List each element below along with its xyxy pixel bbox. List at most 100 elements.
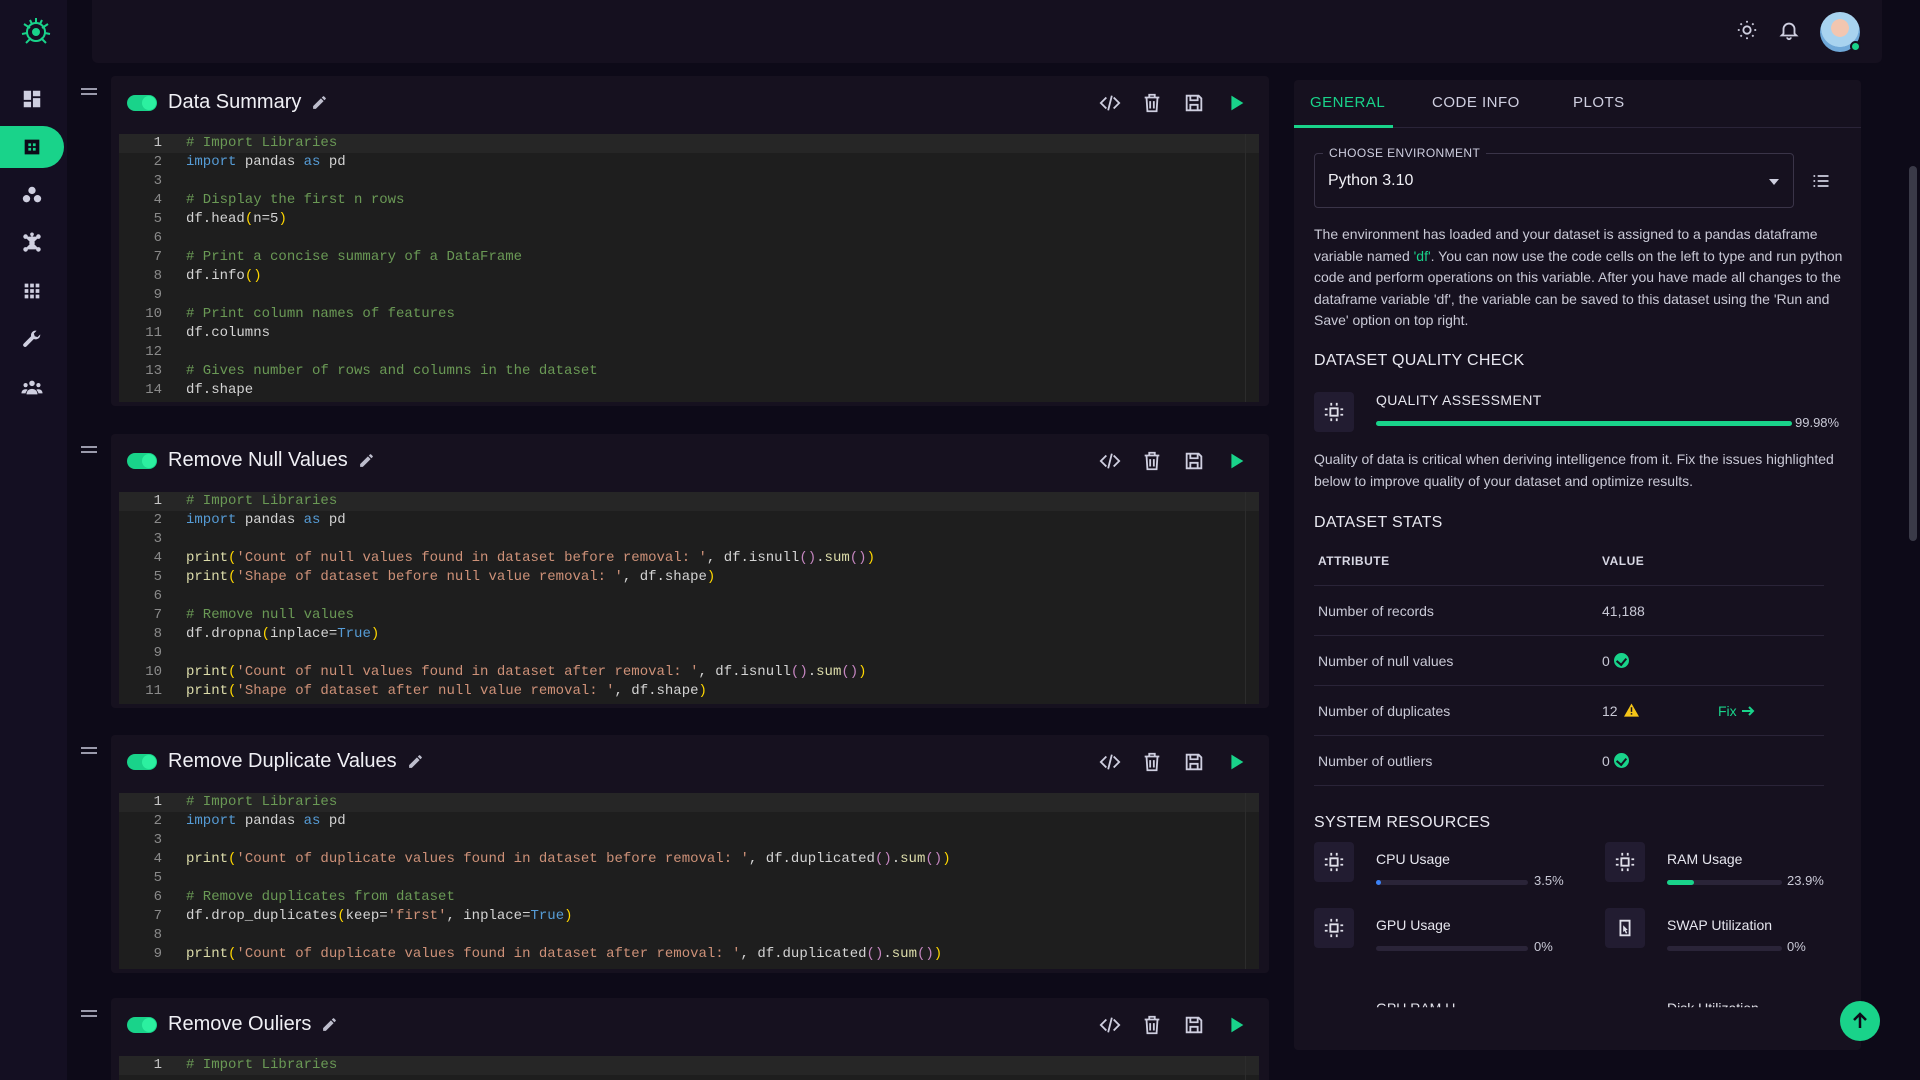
line-number: 11 [145,325,162,341]
trash-icon[interactable] [1141,1014,1163,1036]
code-token: # Import Libraries [186,794,338,810]
run-icon[interactable] [1225,751,1247,773]
code-line: 9 [119,286,1259,305]
editor-scrollbar[interactable] [1245,492,1259,704]
code-token: sum [824,550,850,566]
code-token: , df.isnull [706,550,800,566]
cell-drag-handle[interactable] [81,88,97,95]
stat-value-wrap: 0 [1602,652,1629,670]
code-icon[interactable] [1099,92,1121,114]
tab-general[interactable]: GENERAL [1310,94,1385,111]
bell-icon[interactable] [1778,19,1800,46]
cell-drag-handle[interactable] [81,446,97,453]
resource-label: RAM Usage [1667,851,1743,867]
save-icon[interactable] [1183,450,1205,472]
code-token: sum [891,946,917,962]
sidebar-item-datasets[interactable] [0,174,64,216]
tab-code-info[interactable]: CODE INFO [1432,94,1520,111]
code-line: 11 print('Shape of dataset after null val… [119,682,1259,701]
code-token: print [186,569,229,585]
run-icon[interactable] [1225,1014,1247,1036]
code-token: print [186,550,229,566]
code-token: () [916,946,934,962]
avatar[interactable] [1820,12,1861,52]
code-icon[interactable] [1099,751,1121,773]
resource-progress [1667,946,1782,951]
pencil-icon[interactable] [358,452,375,469]
trash-icon[interactable] [1141,92,1163,114]
code-token: # Import Libraries [186,1057,338,1073]
code-line: 9 [119,644,1259,663]
code-line: 3 [119,831,1259,850]
tab-plots[interactable]: PLOTS [1573,94,1625,111]
pencil-icon[interactable] [311,94,328,111]
code-token: ) [698,683,707,699]
resource-label: GPU Usage [1376,917,1451,933]
code-text: print('Count of null values found in dat… [186,549,875,568]
pencil-icon[interactable] [407,753,424,770]
code-editor[interactable]: 1 # Import Libraries 2 import pandas as pd 3… [119,793,1259,969]
cell-enable-toggle[interactable] [127,754,157,770]
code-text: df.columns [186,324,270,343]
theme-toggle-icon[interactable] [1736,19,1758,46]
sidebar-item-tools[interactable] [0,318,64,360]
cell-enable-toggle[interactable] [127,453,157,469]
editor-scrollbar[interactable] [1245,793,1259,969]
environment-select[interactable]: CHOOSE ENVIRONMENT Python 3.10 [1314,146,1794,208]
list-icon[interactable] [1811,171,1831,196]
sidebar-item-team[interactable] [0,366,64,408]
resources-title: SYSTEM RESOURCES [1314,814,1491,831]
fix-duplicates-link[interactable]: Fix [1718,703,1755,719]
line-number: 8 [153,927,162,943]
save-icon[interactable] [1183,751,1205,773]
editor-scrollbar[interactable] [1245,134,1259,402]
trash-icon[interactable] [1141,751,1163,773]
code-token: , df.shape [622,569,707,585]
line-number: 6 [153,588,162,604]
cell-actions [1099,92,1247,114]
cell-title-text: Remove Null Values [168,449,348,471]
pencil-icon[interactable] [321,1016,338,1033]
line-number: 7 [153,908,162,924]
save-icon[interactable] [1183,1014,1205,1036]
code-editor[interactable]: 1 # Import Libraries 2 import pandas as pd 3… [119,134,1259,402]
stat-attr: Number of duplicates [1318,703,1451,719]
sidebar-item-models[interactable] [0,222,64,264]
brand-logo-icon[interactable] [16,14,56,50]
code-token: ) [866,550,875,566]
line-number: 5 [153,870,162,886]
code-token: 'Count of null values found in dataset a… [236,664,699,680]
page-scrollbar[interactable] [1909,166,1917,541]
editor-scrollbar[interactable] [1245,1056,1259,1080]
cell-drag-handle[interactable] [81,1010,97,1017]
cell-enable-toggle[interactable] [127,1017,157,1033]
cell-actions [1099,450,1247,472]
code-token: keep= [345,908,388,924]
line-number: 5 [153,211,162,227]
cell-header: Remove Ouliers [111,998,1269,1056]
cell-enable-toggle[interactable] [127,95,157,111]
sidebar-item-apps[interactable] [0,270,64,312]
line-number: 2 [153,154,162,170]
trash-icon[interactable] [1141,450,1163,472]
code-token: ) [278,211,287,227]
resource-label-partial: GPU RAM U [1376,1000,1456,1016]
run-icon[interactable] [1225,92,1247,114]
run-icon[interactable] [1225,450,1247,472]
save-icon[interactable] [1183,92,1205,114]
sidebar-item-workspace[interactable] [0,126,64,168]
scroll-top-button[interactable] [1840,1001,1880,1041]
code-editor[interactable]: 1 # Import Libraries [119,1056,1259,1080]
code-icon[interactable] [1099,1014,1121,1036]
code-token: import [186,512,237,528]
line-number: 4 [153,192,162,208]
code-line: 7 # Print a concise summary of a DataFram… [119,248,1259,267]
code-editor[interactable]: 1 # Import Libraries 2 import pandas as pd 3… [119,492,1259,704]
quality-chip [1314,392,1354,432]
code-token: df.info [186,268,245,284]
cell-drag-handle[interactable] [81,747,97,754]
chip-icon [1323,851,1345,873]
sidebar-item-dashboard[interactable] [0,78,64,120]
dashboard-icon [23,90,41,108]
code-icon[interactable] [1099,450,1121,472]
